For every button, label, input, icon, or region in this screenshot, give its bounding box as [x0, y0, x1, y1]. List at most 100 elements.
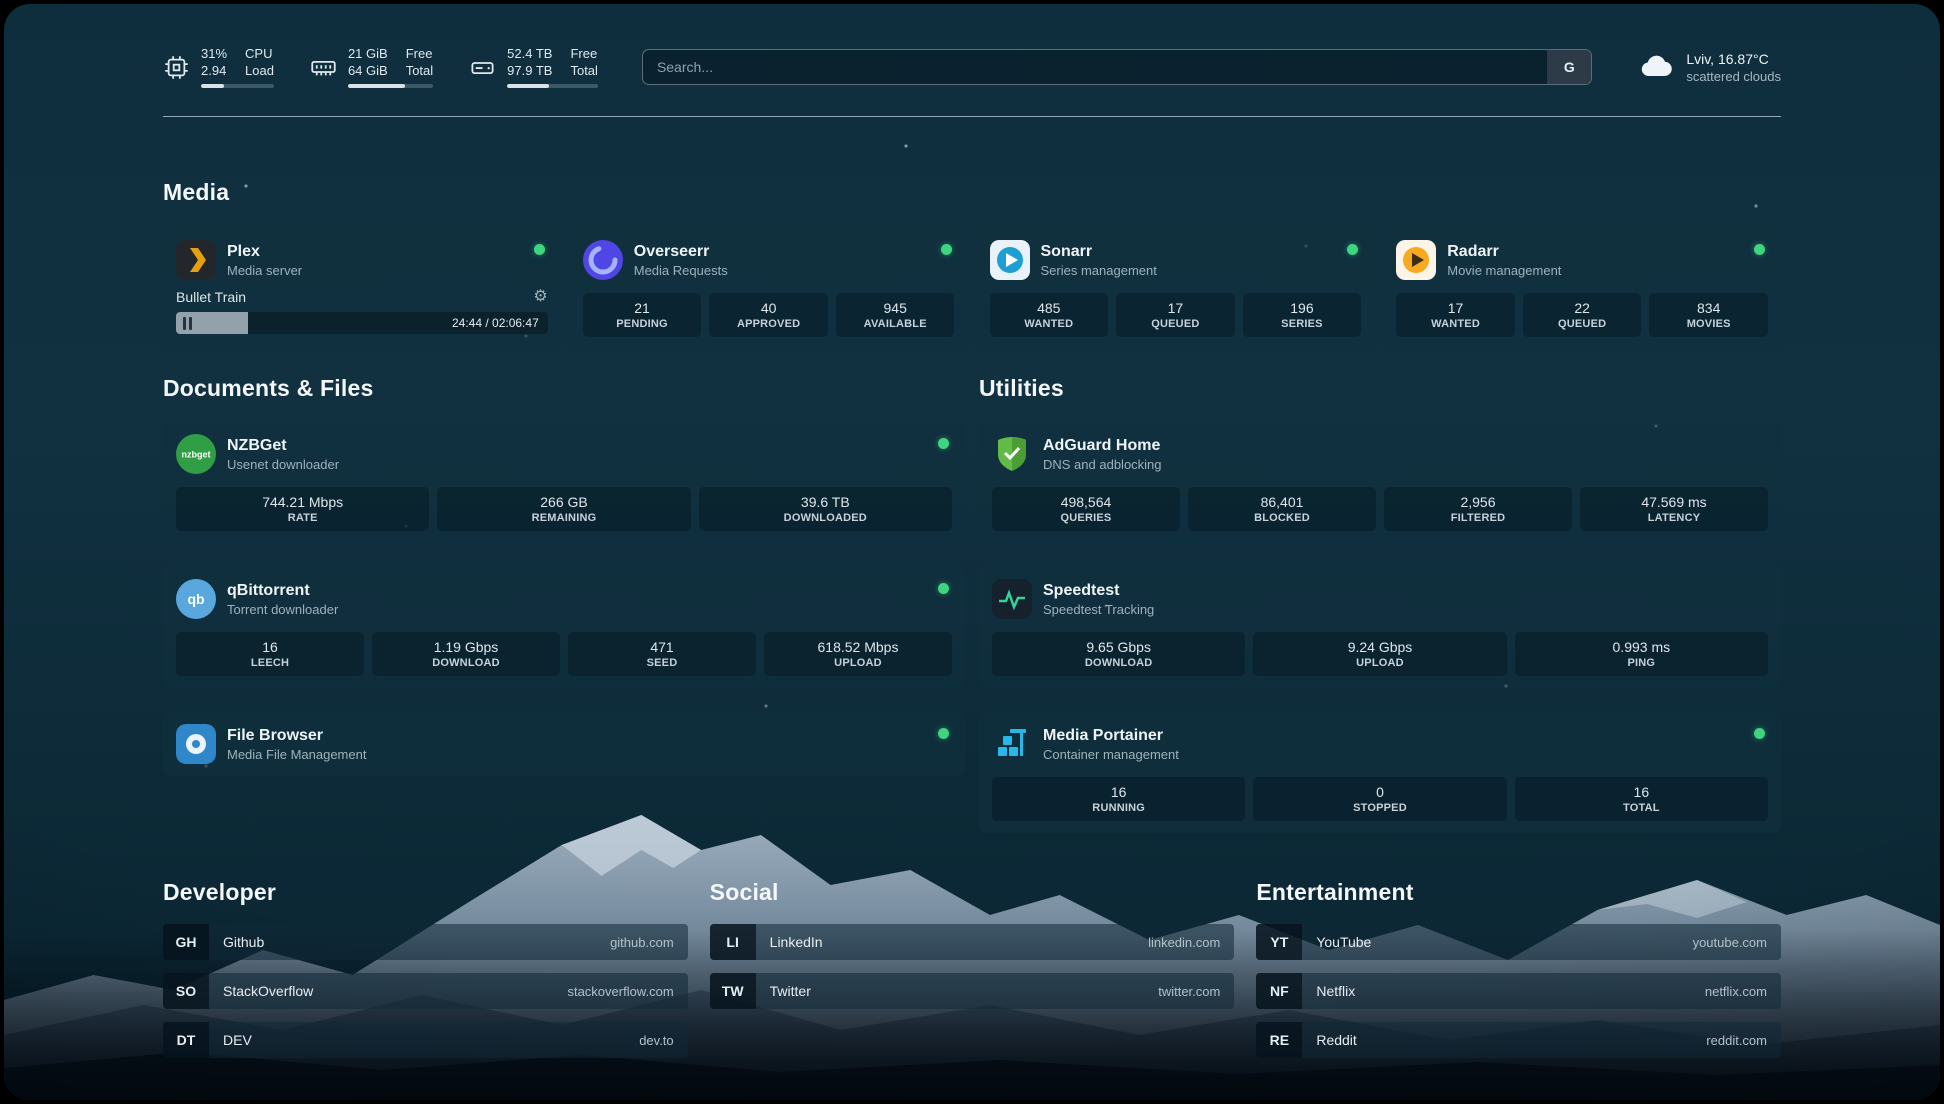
bookmark-abbr: GH — [163, 924, 209, 960]
service-name: Sonarr — [1041, 243, 1157, 261]
status-dot — [938, 728, 949, 739]
speedtest-icon — [992, 579, 1032, 619]
section-title-developer: Developer — [163, 879, 688, 906]
bookmark-stackoverflow[interactable]: SO StackOverflow stackoverflow.com — [163, 973, 688, 1009]
bookmark-abbr: SO — [163, 973, 209, 1009]
service-titles: Radarr Movie management — [1447, 243, 1561, 278]
bookmark-reddit[interactable]: RE Reddit reddit.com — [1256, 1022, 1781, 1058]
service-header: Radarr Movie management — [1396, 240, 1768, 280]
service-description: Torrent downloader — [227, 602, 338, 617]
service-description: DNS and adblocking — [1043, 457, 1162, 472]
disk-icon — [469, 54, 496, 81]
filebrowser-icon — [176, 724, 216, 764]
svg-text:nzbget: nzbget — [182, 450, 211, 460]
service-header: Overseerr Media Requests — [583, 240, 955, 280]
service-titles: NZBGet Usenet downloader — [227, 437, 339, 472]
service-card-adguard[interactable]: AdGuard Home DNS and adblocking 498,564 … — [979, 422, 1781, 543]
search-provider-button[interactable]: G — [1547, 50, 1591, 84]
service-description: Container management — [1043, 747, 1179, 762]
bookmark-netflix[interactable]: NF Netflix netflix.com — [1256, 973, 1781, 1009]
stat-rate: 744.21 Mbps RATE — [176, 487, 429, 531]
weather-location-temp: Lviv, 16.87°C — [1686, 51, 1781, 67]
bookmarks-social: Social LI LinkedIn linkedin.com TW Twitt… — [710, 879, 1235, 1058]
playback-progress-bar[interactable]: 24:44 / 02:06:47 — [176, 312, 548, 334]
settings-icon[interactable]: ⚙ — [533, 289, 547, 305]
bookmark-domain: github.com — [610, 935, 674, 950]
stat-available: 945 AVAILABLE — [836, 293, 955, 337]
search-input[interactable] — [643, 50, 1547, 84]
memory-progress-fill — [348, 84, 405, 88]
service-card-qbittorrent[interactable]: qb qBittorrent Torrent downloader 16 LEE… — [163, 567, 965, 688]
bookmark-youtube[interactable]: YT YouTube youtube.com — [1256, 924, 1781, 960]
service-titles: Sonarr Series management — [1041, 243, 1157, 278]
stat-seed: 471 SEED — [568, 632, 756, 676]
now-playing-widget: Bullet Train ⚙ 24:44 / 02:06:47 — [176, 289, 548, 334]
service-description: Movie management — [1447, 263, 1561, 278]
status-dot — [938, 583, 949, 594]
stat-downloaded: 39.6 TB DOWNLOADED — [699, 487, 952, 531]
service-card-speedtest[interactable]: Speedtest Speedtest Tracking 9.65 Gbps D… — [979, 567, 1781, 688]
service-stats: 9.65 Gbps DOWNLOAD 9.24 Gbps UPLOAD 0.99… — [992, 632, 1768, 676]
service-header: Media Portainer Container management — [992, 724, 1768, 764]
pause-icon[interactable] — [183, 317, 192, 330]
service-description: Media File Management — [227, 747, 366, 762]
status-dot — [941, 244, 952, 255]
bookmark-abbr: TW — [710, 973, 756, 1009]
two-column-sections: Documents & Files nzbget NZBGet Usenet d… — [163, 375, 1781, 833]
bookmark-abbr: YT — [1256, 924, 1302, 960]
topbar: 31% 2.94 CPU Load — [163, 38, 1781, 96]
cpu-progress-bar — [201, 84, 274, 88]
bookmark-dev[interactable]: DT DEV dev.to — [163, 1022, 688, 1058]
stat-remaining: 266 GB REMAINING — [437, 487, 690, 531]
memory-progress-bar — [348, 84, 433, 88]
bookmark-twitter[interactable]: TW Twitter twitter.com — [710, 973, 1235, 1009]
weather-condition: scattered clouds — [1686, 69, 1781, 84]
service-card-sonarr[interactable]: Sonarr Series management 485 WANTED 17 Q… — [977, 228, 1375, 349]
overseerr-icon — [583, 240, 623, 280]
service-header: Plex Media server — [176, 240, 548, 280]
memory-icon — [310, 54, 337, 81]
cpu-icon — [163, 54, 190, 81]
dashboard-page: 31% 2.94 CPU Load — [4, 4, 1940, 1100]
weather-text: Lviv, 16.87°C scattered clouds — [1686, 51, 1781, 84]
cpu-progress-fill — [201, 84, 224, 88]
stat-queued: 22 QUEUED — [1523, 293, 1642, 337]
service-card-overseerr[interactable]: Overseerr Media Requests 21 PENDING 40 A… — [570, 228, 968, 349]
service-description: Media server — [227, 263, 302, 278]
bookmarks-entertainment: Entertainment YT YouTube youtube.com NF … — [1256, 879, 1781, 1058]
stat-leech: 16 LEECH — [176, 632, 364, 676]
playback-time: 24:44 / 02:06:47 — [452, 316, 539, 330]
service-titles: Overseerr Media Requests — [634, 243, 728, 278]
service-description: Usenet downloader — [227, 457, 339, 472]
disk-progress-bar — [507, 84, 598, 88]
service-name: NZBGet — [227, 437, 339, 455]
service-name: Radarr — [1447, 243, 1561, 261]
service-header: qb qBittorrent Torrent downloader — [176, 579, 952, 619]
service-header: Speedtest Speedtest Tracking — [992, 579, 1768, 619]
service-titles: File Browser Media File Management — [227, 727, 366, 762]
service-card-portainer[interactable]: Media Portainer Container management 16 … — [979, 712, 1781, 833]
plex-icon — [176, 240, 216, 280]
stat-stopped: 0 STOPPED — [1253, 777, 1506, 821]
bookmark-github[interactable]: GH Github github.com — [163, 924, 688, 960]
bookmark-linkedin[interactable]: LI LinkedIn linkedin.com — [710, 924, 1235, 960]
utilities-column: Utilities AdGuard Home DNS and adblockin… — [979, 375, 1781, 833]
service-name: AdGuard Home — [1043, 437, 1162, 455]
bookmark-name: DEV — [223, 1032, 639, 1048]
bookmark-name: YouTube — [1316, 934, 1692, 950]
stat-download: 9.65 Gbps DOWNLOAD — [992, 632, 1245, 676]
bookmark-domain: twitter.com — [1158, 984, 1220, 999]
cpu-values: 31% 2.94 — [201, 46, 227, 80]
service-name: Speedtest — [1043, 582, 1154, 600]
memory-values: 21 GiB 64 GiB — [348, 46, 388, 80]
service-card-radarr[interactable]: Radarr Movie management 17 WANTED 22 QUE… — [1383, 228, 1781, 349]
bookmark-abbr: DT — [163, 1022, 209, 1058]
service-card-nzbget[interactable]: nzbget NZBGet Usenet downloader 744.21 M… — [163, 422, 965, 543]
service-card-plex[interactable]: Plex Media server Bullet Train ⚙ 24:44 /… — [163, 228, 561, 349]
bookmark-domain: youtube.com — [1693, 935, 1767, 950]
service-stats: 498,564 QUERIES 86,401 BLOCKED 2,956 FIL… — [992, 487, 1768, 531]
bookmark-name: Reddit — [1316, 1032, 1706, 1048]
stat-wanted: 17 WANTED — [1396, 293, 1515, 337]
disk-widget: 52.4 TB 97.9 TB Free Total — [469, 46, 598, 89]
service-card-filebrowser[interactable]: File Browser Media File Management — [163, 712, 965, 776]
